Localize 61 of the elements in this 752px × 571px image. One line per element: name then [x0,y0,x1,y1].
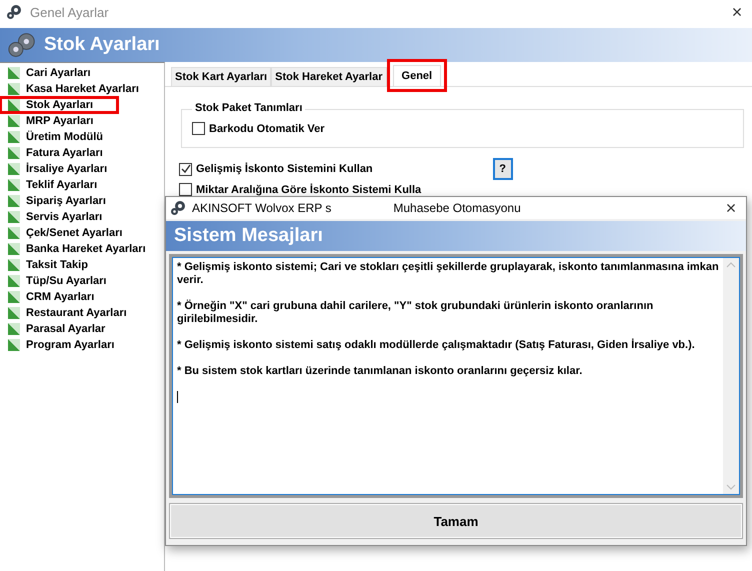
message-paragraph: * Bu sistem stok kartları üzerinde tanımlanan iskonto oranlarını geçersiz kılar. [177,365,584,378]
sidebar-item[interactable]: Fatura Ayarları [0,145,152,161]
checkbox-label: Gelişmiş İskonto Sistemini Kullan [196,163,373,175]
sidebar-item[interactable]: Banka Hareket Ayarları [0,241,152,257]
close-button[interactable]: × [722,2,752,22]
sidebar-item[interactable]: Stok Ayarları [0,97,118,113]
triangle-icon [8,275,20,287]
triangle-icon [8,307,20,319]
checkbox[interactable] [192,122,205,135]
triangle-icon [8,67,20,79]
triangle-icon [8,339,20,351]
gears-icon [170,200,186,216]
sidebar-item[interactable]: Cari Ayarları [0,65,152,81]
sidebar-item[interactable]: Çek/Senet Ayarları [0,225,152,241]
checkbox-label: Miktar Aralığına Göre İskonto Sistemi Kulla [196,184,422,196]
sidebar-item[interactable]: MRP Ayarları [0,113,152,129]
triangle-icon [8,195,20,207]
sidebar-item[interactable]: Servis Ayarları [0,209,152,225]
sidebar-item[interactable]: Üretim Modülü [0,129,152,145]
checkbox-label: Barkodu Otomatik Ver [209,122,325,134]
triangle-icon [8,227,20,239]
triangle-icon [8,291,20,303]
sidebar-item[interactable]: Taksit Takip [0,257,152,273]
message-paragraph: * Gelişmiş iskonto sistemi; Cari ve stokları çeşitli şekillerde gruplayarak, iskonto tanımlanmasına imkan verir. [177,261,719,287]
ok-button[interactable]: Tamam [169,503,743,539]
sidebar-item[interactable]: Restaurant Ayarları [0,305,152,321]
sidebar-item[interactable]: Program Ayarları [0,337,152,353]
triangle-icon [8,99,20,111]
message-text-area[interactable] [172,257,740,495]
group-title: Stok Paket Tanımları [192,102,306,114]
tab[interactable]: Stok Kart Ayarları [171,67,272,86]
window-title: Genel Ayarlar [30,4,110,20]
dialog-title: AKINSOFT Wolvox ERP s [192,201,332,215]
triangle-icon [8,259,20,271]
dialog-header-title: Sistem Mesajları [174,225,323,247]
sidebar-item[interactable]: Tüp/Su Ayarları [0,273,152,289]
triangle-icon [8,211,20,223]
triangle-icon [8,163,20,175]
sidebar-item[interactable]: İrsaliye Ayarları [0,161,152,177]
triangle-icon [8,83,20,95]
dialog-subtitle: Muhasebe Otomasyonu [393,201,522,215]
triangle-icon [8,323,20,335]
sidebar-item[interactable]: CRM Ayarları [0,289,152,305]
sidebar-item[interactable]: Parasal Ayarlar [0,321,152,337]
close-button[interactable]: × [716,198,746,218]
triangle-icon [8,179,20,191]
message-paragraph: * Örneğin "X" cari grubuna dahil carilere, "Y" stok grubundaki ürünlerin iskonto oranlarının girilebilmesidir. [177,300,654,326]
triangle-icon [8,131,20,143]
header-title: Stok Ayarları [44,34,160,56]
checkbox[interactable] [179,183,192,196]
help-button[interactable]: ? [492,158,513,180]
triangle-icon [8,243,20,255]
sidebar-item[interactable]: Sipariş Ayarları [0,193,152,209]
triangle-icon [8,147,20,159]
triangle-icon [8,115,20,127]
sidebar-item[interactable]: Kasa Hareket Ayarları [0,81,152,97]
checkbox[interactable] [179,162,192,176]
tab[interactable]: Stok Hareket Ayarlar [271,67,387,86]
sidebar-item[interactable]: Teklif Ayarları [0,177,152,193]
message-paragraph: * Gelişmiş iskonto sistemi satış odaklı modüllerde çalışmaktadır (Satış Faturası, Giden İrsaliye vb.). [177,339,696,352]
gears-icon [6,4,22,20]
